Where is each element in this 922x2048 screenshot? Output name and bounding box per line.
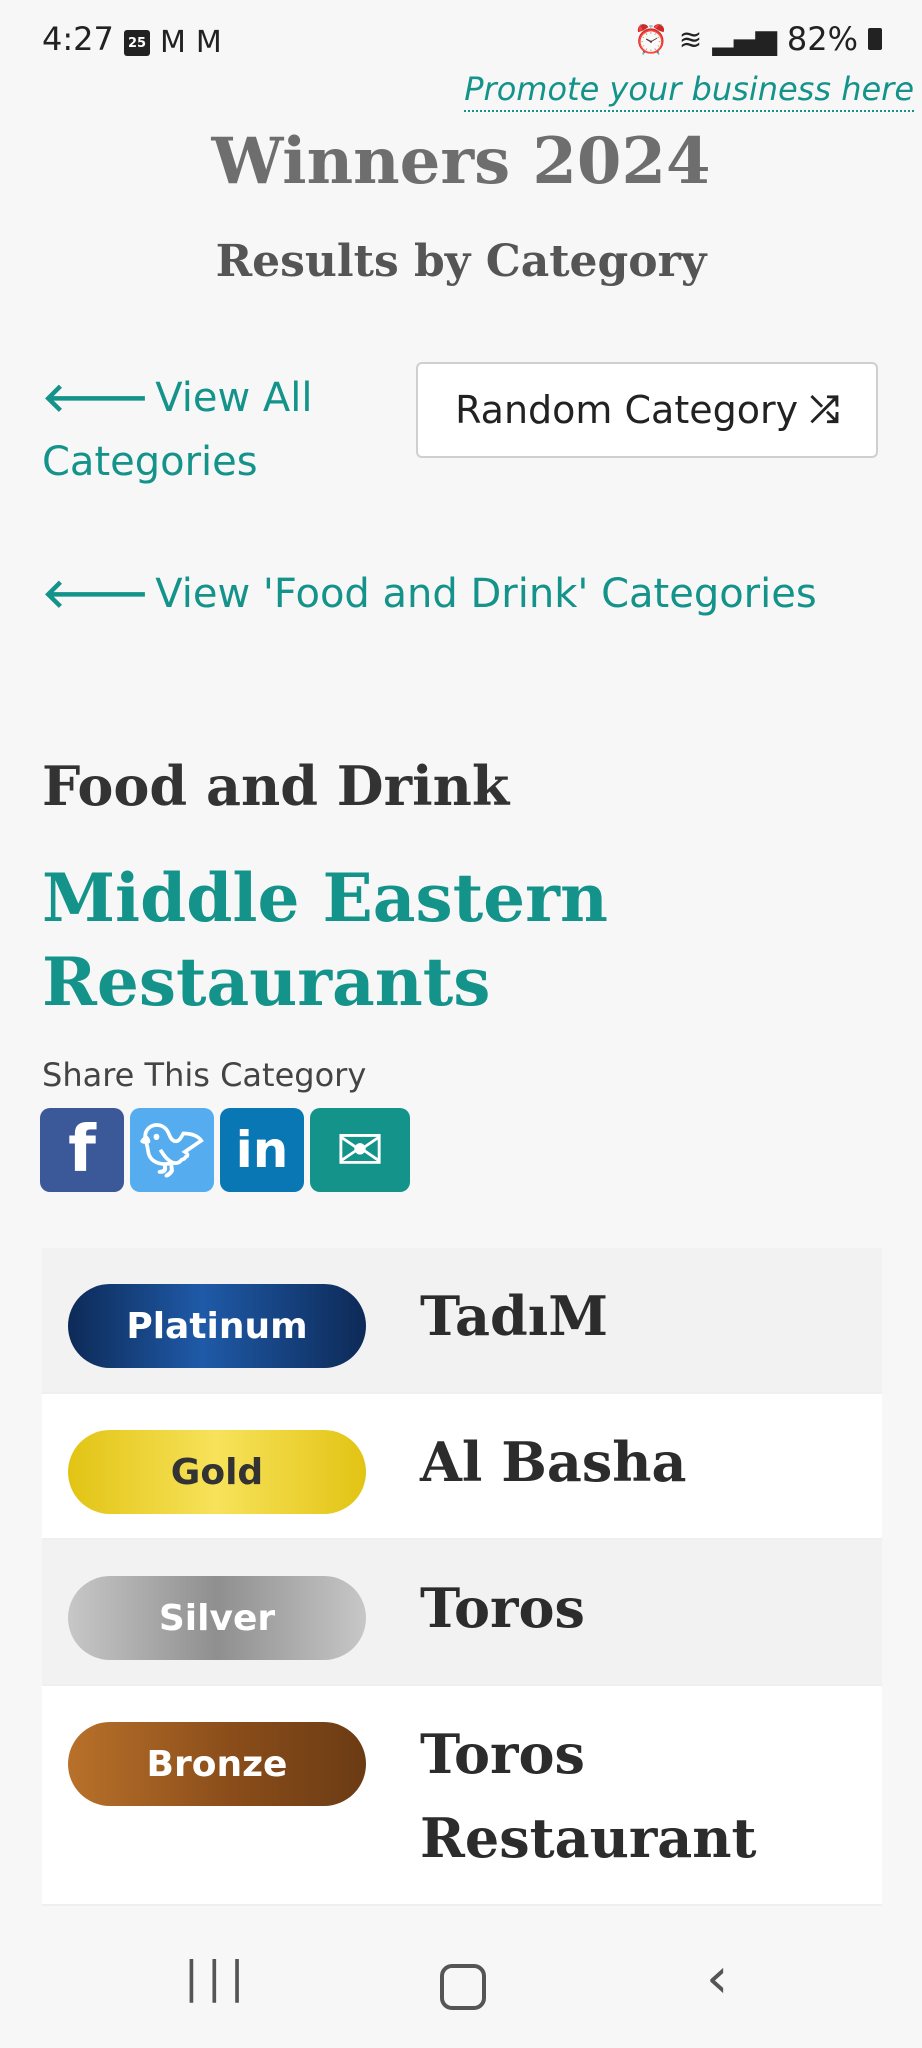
system-status: ⏰ ≋ ▂▄▆ 82% (634, 20, 882, 58)
recent-apps-icon[interactable]: ||| (184, 1952, 252, 2003)
winner-name[interactable]: TadıM (420, 1274, 860, 1358)
email-icon[interactable]: ✉ (310, 1108, 410, 1192)
result-row-platinum: Platinum TadıM (42, 1248, 882, 1394)
random-category-label: Random Category (455, 388, 799, 432)
results-list: Platinum TadıM Gold Al Basha Silver Toro… (42, 1248, 882, 1906)
share-label: Share This Category (42, 1056, 367, 1094)
view-group-categories-link[interactable]: 🡐 View 'Food and Drink' Categories (42, 562, 817, 626)
category-group-heading: Food and Drink (42, 754, 510, 818)
notification-icons: 25 M M (124, 28, 222, 58)
page-subtitle: Results by Category (215, 236, 707, 287)
status-time: 4:27 (42, 20, 114, 58)
result-row-bronze: Bronze Toros Restaurant (42, 1686, 882, 1906)
result-row-gold: Gold Al Basha (42, 1394, 882, 1540)
winner-name[interactable]: Al Basha (420, 1420, 860, 1504)
winner-name[interactable]: Toros (420, 1566, 860, 1650)
winner-name[interactable]: Toros Restaurant (420, 1712, 860, 1880)
result-row-silver: Silver Toros (42, 1540, 882, 1686)
arrow-left-icon: 🡐 (42, 375, 150, 421)
battery-icon (868, 28, 882, 50)
share-buttons: f 🐦︎ in ✉ (40, 1108, 410, 1192)
linkedin-icon[interactable]: in (220, 1108, 304, 1192)
gold-badge: Gold (68, 1430, 366, 1514)
signal-icon: ▂▄▆ (712, 22, 777, 56)
gmail-icon: M (195, 25, 222, 60)
view-all-categories-link[interactable]: 🡐 View All Categories (42, 366, 372, 494)
page-title: Winners 2024 (211, 124, 711, 199)
home-icon[interactable] (440, 1964, 486, 2010)
arrow-left-icon: 🡐 (42, 571, 150, 617)
twitter-icon[interactable]: 🐦︎ (130, 1108, 214, 1192)
wifi-icon: ≋ (678, 22, 703, 56)
battery-percent: 82% (786, 20, 858, 58)
platinum-badge: Platinum (68, 1284, 366, 1368)
back-icon[interactable]: ‹ (706, 1946, 728, 2011)
calendar-icon: 25 (124, 30, 150, 56)
alarm-icon: ⏰ (633, 22, 669, 56)
shuffle-icon: ⤮ (810, 389, 839, 430)
view-group-label: View 'Food and Drink' Categories (155, 571, 817, 617)
gmail-icon: M (160, 25, 186, 60)
bronze-badge: Bronze (68, 1722, 366, 1806)
silver-badge: Silver (68, 1576, 366, 1660)
system-navigation-bar: ||| ‹ (0, 1930, 922, 2048)
promote-business-link[interactable]: Promote your business here (464, 70, 914, 112)
category-title: Middle Eastern Restaurants (42, 859, 608, 1021)
facebook-icon[interactable]: f (40, 1108, 124, 1192)
random-category-button[interactable]: Random Category ⤮ (416, 362, 878, 458)
